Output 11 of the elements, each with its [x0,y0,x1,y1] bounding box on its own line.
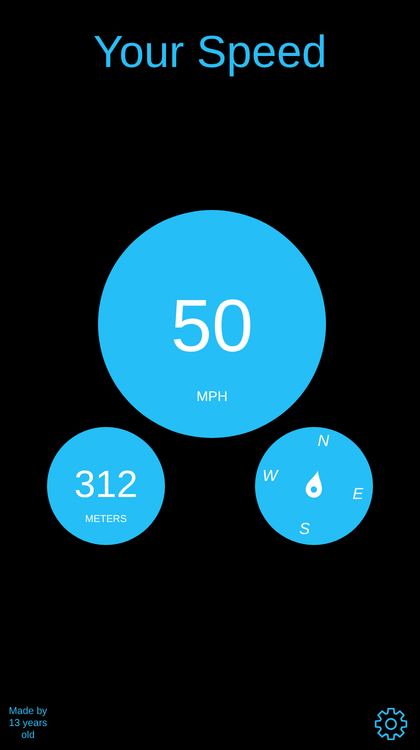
altitude-value: 312 [74,464,138,506]
compass-direction: N [318,432,330,451]
altitude-unit: METERS [85,514,127,525]
speed-unit: MPH [196,388,228,404]
settings-icon[interactable] [374,707,408,741]
compass-direction: W [262,468,278,486]
screen-title: Your Speed [93,26,327,78]
credit-text: Made by 13 years old [8,706,48,742]
speed-value: 50 [170,286,254,366]
compass-direction: S [299,521,310,540]
compass-direction: E [352,486,364,504]
